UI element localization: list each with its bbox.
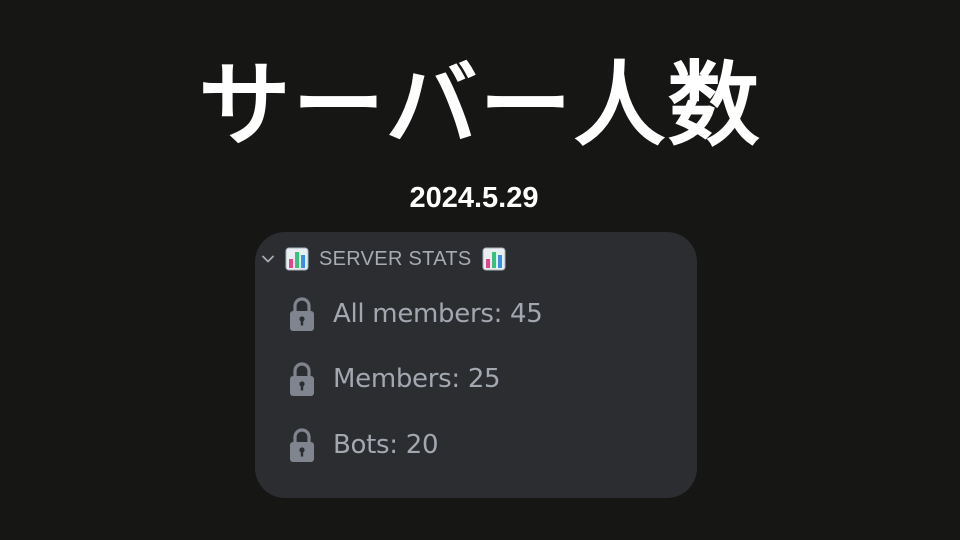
category-header-server-stats[interactable]: SERVER STATS (261, 244, 506, 274)
page-title: サーバー人数 (198, 52, 762, 159)
chevron-down-icon[interactable] (261, 252, 275, 266)
channel-all-members[interactable]: All members: 45 (287, 294, 543, 334)
date-label: 2024.5.29 (409, 182, 539, 214)
bar-chart-emoji-icon (285, 247, 309, 271)
bar-chart-emoji-icon (482, 247, 506, 271)
lock-icon (290, 362, 314, 396)
channel-bots[interactable]: Bots: 20 (287, 425, 439, 465)
lock-icon (290, 428, 314, 462)
channel-label: Members: 25 (333, 364, 501, 394)
channel-members[interactable]: Members: 25 (287, 359, 501, 399)
channel-label: Bots: 20 (333, 430, 439, 460)
channel-label: All members: 45 (333, 299, 543, 329)
category-label: SERVER STATS (319, 247, 472, 270)
lock-icon (290, 297, 314, 331)
channel-list-panel: SERVER STATS All members: 45 Members: 25 (255, 232, 697, 498)
